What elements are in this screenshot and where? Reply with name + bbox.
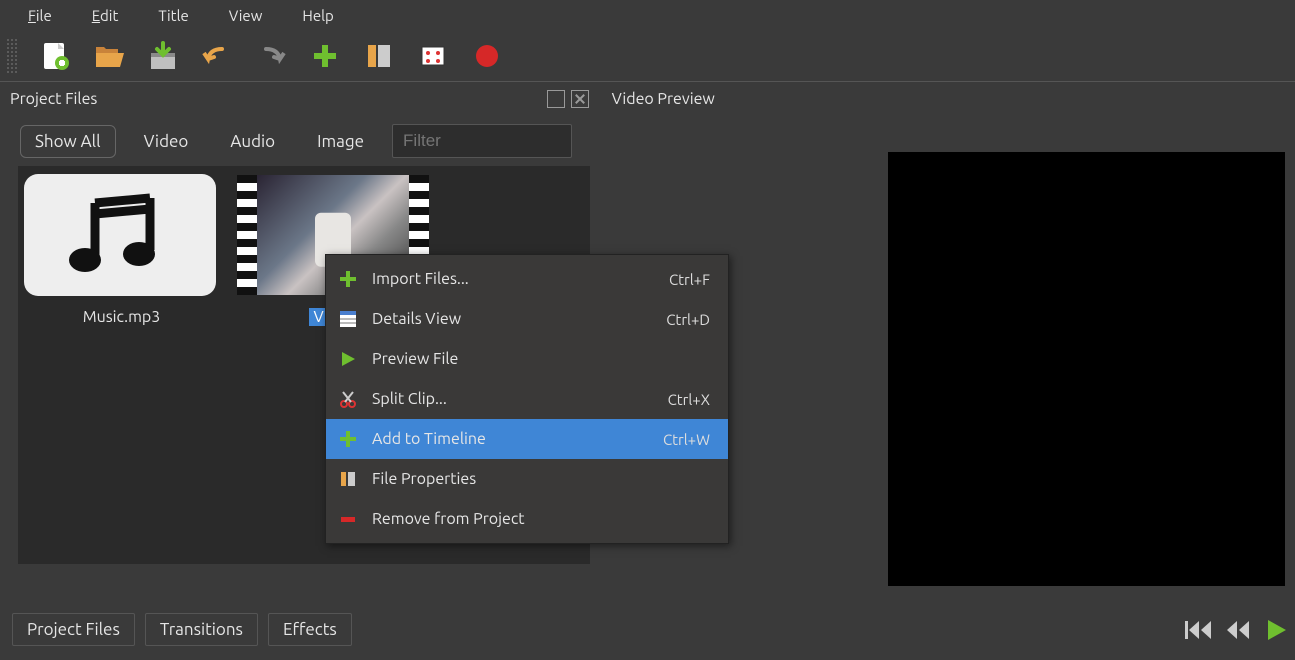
ctx-file-properties[interactable]: File Properties (326, 459, 728, 499)
menubar: File Edit Title View Help (0, 0, 1295, 30)
filmstrip-left (237, 175, 257, 295)
properties-icon (336, 467, 360, 491)
undock-panel-icon[interactable] (547, 90, 565, 108)
details-icon (336, 307, 360, 331)
ctx-shortcut: Ctrl+X (668, 391, 710, 408)
ctx-shortcut: Ctrl+W (663, 431, 710, 448)
toolbar (0, 30, 1295, 82)
filter-row: Show All Video Audio Image (0, 114, 608, 166)
play-button[interactable] (1265, 618, 1289, 642)
file-label-music: Music.mp3 (24, 308, 219, 326)
menu-edit[interactable]: Edit (82, 3, 129, 28)
open-project-button[interactable] (93, 40, 125, 72)
ctx-label: Add to Timeline (372, 430, 663, 448)
bottom-tab-effects[interactable]: Effects (268, 613, 352, 646)
project-files-title: Project Files (10, 90, 97, 108)
ctx-label: Split Clip... (372, 390, 668, 408)
play-icon (336, 347, 360, 371)
video-preview-title: Video Preview (612, 90, 715, 108)
jump-start-button[interactable] (1185, 619, 1213, 641)
bottom-tab-project-files[interactable]: Project Files (12, 613, 135, 646)
toolbar-grip (6, 38, 17, 74)
menu-view[interactable]: View (219, 3, 273, 28)
close-panel-icon[interactable] (571, 90, 589, 108)
ctx-details-view[interactable]: Details View Ctrl+D (326, 299, 728, 339)
tab-image[interactable]: Image (303, 126, 378, 157)
ctx-label: Preview File (372, 350, 710, 368)
minus-icon (336, 507, 360, 531)
file-item-music[interactable]: Music.mp3 (24, 174, 219, 326)
menu-title[interactable]: Title (148, 3, 198, 28)
save-project-button[interactable] (147, 40, 179, 72)
undo-button[interactable] (201, 40, 233, 72)
bottom-tabs: Project Files Transitions Effects (12, 613, 352, 646)
tab-video[interactable]: Video (130, 126, 203, 157)
panel-header-row: Project Files Video Preview (0, 84, 1295, 114)
ctx-shortcut: Ctrl+D (666, 311, 710, 328)
ctx-label: Import Files... (372, 270, 669, 288)
redo-button[interactable] (255, 40, 287, 72)
export-button[interactable] (471, 40, 503, 72)
plus-icon (336, 267, 360, 291)
ctx-preview-file[interactable]: Preview File (326, 339, 728, 379)
preview-viewport (888, 152, 1285, 586)
new-project-button[interactable] (39, 40, 71, 72)
tab-show-all[interactable]: Show All (20, 125, 116, 158)
ctx-import-files[interactable]: Import Files... Ctrl+F (326, 259, 728, 299)
ctx-remove-from-project[interactable]: Remove from Project (326, 499, 728, 539)
context-menu: Import Files... Ctrl+F Details View Ctrl… (325, 254, 729, 544)
ctx-label: Details View (372, 310, 666, 328)
profile-button[interactable] (363, 40, 395, 72)
import-files-button[interactable] (309, 40, 341, 72)
ctx-add-to-timeline[interactable]: Add to Timeline Ctrl+W (326, 419, 728, 459)
preview-controls (1185, 618, 1289, 642)
thumbnail-music (24, 174, 216, 296)
menu-file[interactable]: File (18, 3, 62, 28)
plus-icon (336, 427, 360, 451)
fullscreen-button[interactable] (417, 40, 449, 72)
ctx-label: File Properties (372, 470, 710, 488)
tab-audio[interactable]: Audio (216, 126, 289, 157)
filter-input[interactable] (392, 124, 572, 158)
ctx-shortcut: Ctrl+F (669, 271, 710, 288)
rewind-button[interactable] (1225, 619, 1253, 641)
menu-help[interactable]: Help (292, 3, 343, 28)
bottom-tab-transitions[interactable]: Transitions (145, 613, 258, 646)
ctx-split-clip[interactable]: Split Clip... Ctrl+X (326, 379, 728, 419)
scissors-icon (336, 387, 360, 411)
ctx-label: Remove from Project (372, 510, 710, 528)
